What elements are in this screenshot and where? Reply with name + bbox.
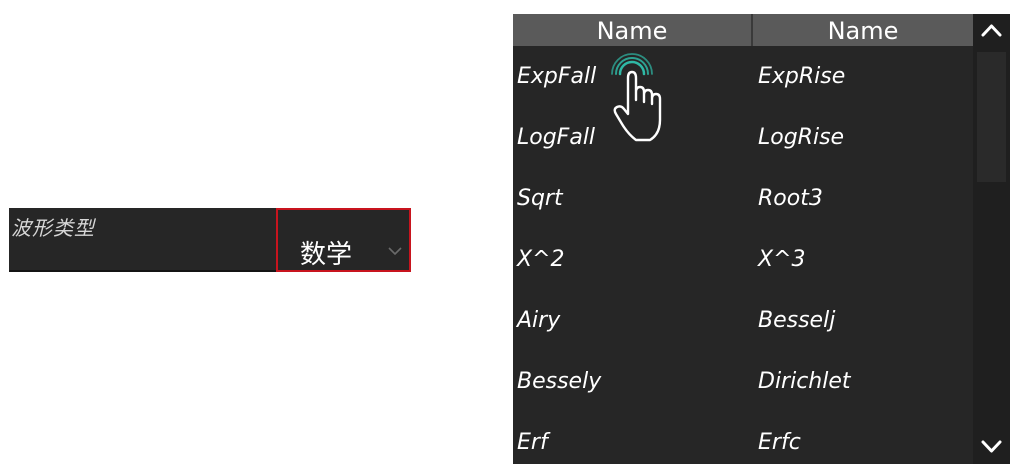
waveform-type-control: 波形类型 数学 [9,208,411,272]
list-row: Sqrt Root3 [513,168,973,229]
list-item[interactable]: Airy [513,290,753,351]
scroll-down-button[interactable] [973,430,1010,464]
list-header: Name Name [513,14,973,46]
list-row: X^2 X^3 [513,229,973,290]
list-item[interactable]: Erfc [753,412,973,464]
chevron-down-icon [981,440,1002,453]
list-rows: ExpFall ExpRise LogFall LogRise Sqrt Roo… [513,46,973,464]
list-item[interactable]: ExpRise [753,46,973,107]
scroll-up-button[interactable] [973,14,1010,50]
list-scrollbar[interactable] [973,14,1010,464]
list-item[interactable]: X^2 [513,229,753,290]
list-item[interactable]: X^3 [753,229,973,290]
waveform-type-value: 数学 [300,240,353,270]
list-item[interactable]: LogFall [513,107,753,168]
page: 波形类型 数学 Name Name ExpFall ExpRise LogFal… [0,0,1010,464]
list-item[interactable]: Root3 [753,168,973,229]
list-item[interactable]: Sqrt [513,168,753,229]
list-row: LogFall LogRise [513,107,973,168]
list-item[interactable]: Dirichlet [753,351,973,412]
chevron-down-icon [388,247,402,256]
waveform-type-dropdown[interactable]: 数学 [276,208,411,272]
list-row: Erf Erfc [513,412,973,464]
list-row: ExpFall ExpRise [513,46,973,107]
waveform-type-label: 波形类型 [11,216,95,240]
column-header-name-1[interactable]: Name [513,14,753,46]
chevron-up-icon [981,24,1002,37]
column-header-name-2[interactable]: Name [753,14,973,46]
function-list-panel: Name Name ExpFall ExpRise LogFall LogRis… [513,14,1010,464]
list-item[interactable]: Bessely [513,351,753,412]
list-item[interactable]: LogRise [753,107,973,168]
scroll-thumb[interactable] [977,52,1006,182]
list-item[interactable]: ExpFall [513,46,753,107]
list-item[interactable]: Besselj [753,290,973,351]
list-item[interactable]: Erf [513,412,753,464]
list-row: Airy Besselj [513,290,973,351]
list-row: Bessely Dirichlet [513,351,973,412]
